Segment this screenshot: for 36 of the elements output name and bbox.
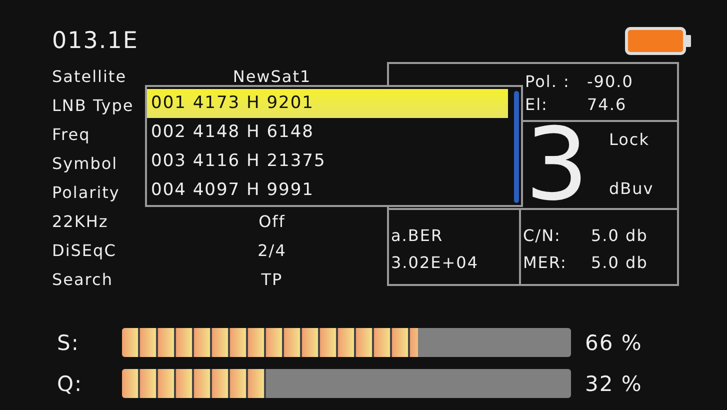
transponder-item[interactable]: 003 4116 H 21375 [147,147,508,176]
ber-value: 3.02E+04 [391,253,480,272]
transponder-item[interactable]: 004 4097 H 9991 [147,176,508,205]
level-unit: dBuv [609,179,654,198]
param-label: Freq [52,125,90,144]
antenna-label: El: [525,95,549,114]
param-label: DiSEqC [52,241,116,260]
param-value: TP [261,270,283,289]
meter-reading: 32 % [585,372,642,396]
param-value: 2/4 [258,241,286,260]
antenna-value: 74.6 [587,95,627,114]
param-label: Polarity [52,183,120,202]
param-value: NewSat1 [232,67,312,86]
param-label: LNB Type [52,96,134,115]
param-value: Off [258,212,286,231]
param-label: Satellite [52,67,127,86]
reading-label: C/N: [523,226,562,245]
param-label: Symbol [52,154,118,173]
scrollbar[interactable] [514,91,519,203]
satellite-position: 013.1E [52,28,138,54]
reading-value: 5.0 db [591,226,648,245]
ber-label: a.BER [391,226,444,245]
antenna-value: -90.0 [587,72,634,91]
antenna-label: Pol. : [525,72,571,91]
reading-label: MER: [523,253,568,272]
reading-value: 5.0 db [591,253,648,272]
meter-label: S: [57,330,80,354]
meter-reading: 66 % [585,330,642,354]
battery-icon [625,27,693,55]
transponder-item[interactable]: 002 4148 H 6148 [147,118,508,147]
meter-label: Q: [57,372,84,396]
lock-status: Lock [609,130,650,149]
transponder-item[interactable]: 001 4173 H 9201 [147,89,508,118]
param-label: Search [52,270,113,289]
signal-level-value: 3 [525,122,590,208]
param-label: 22KHz [52,212,108,231]
